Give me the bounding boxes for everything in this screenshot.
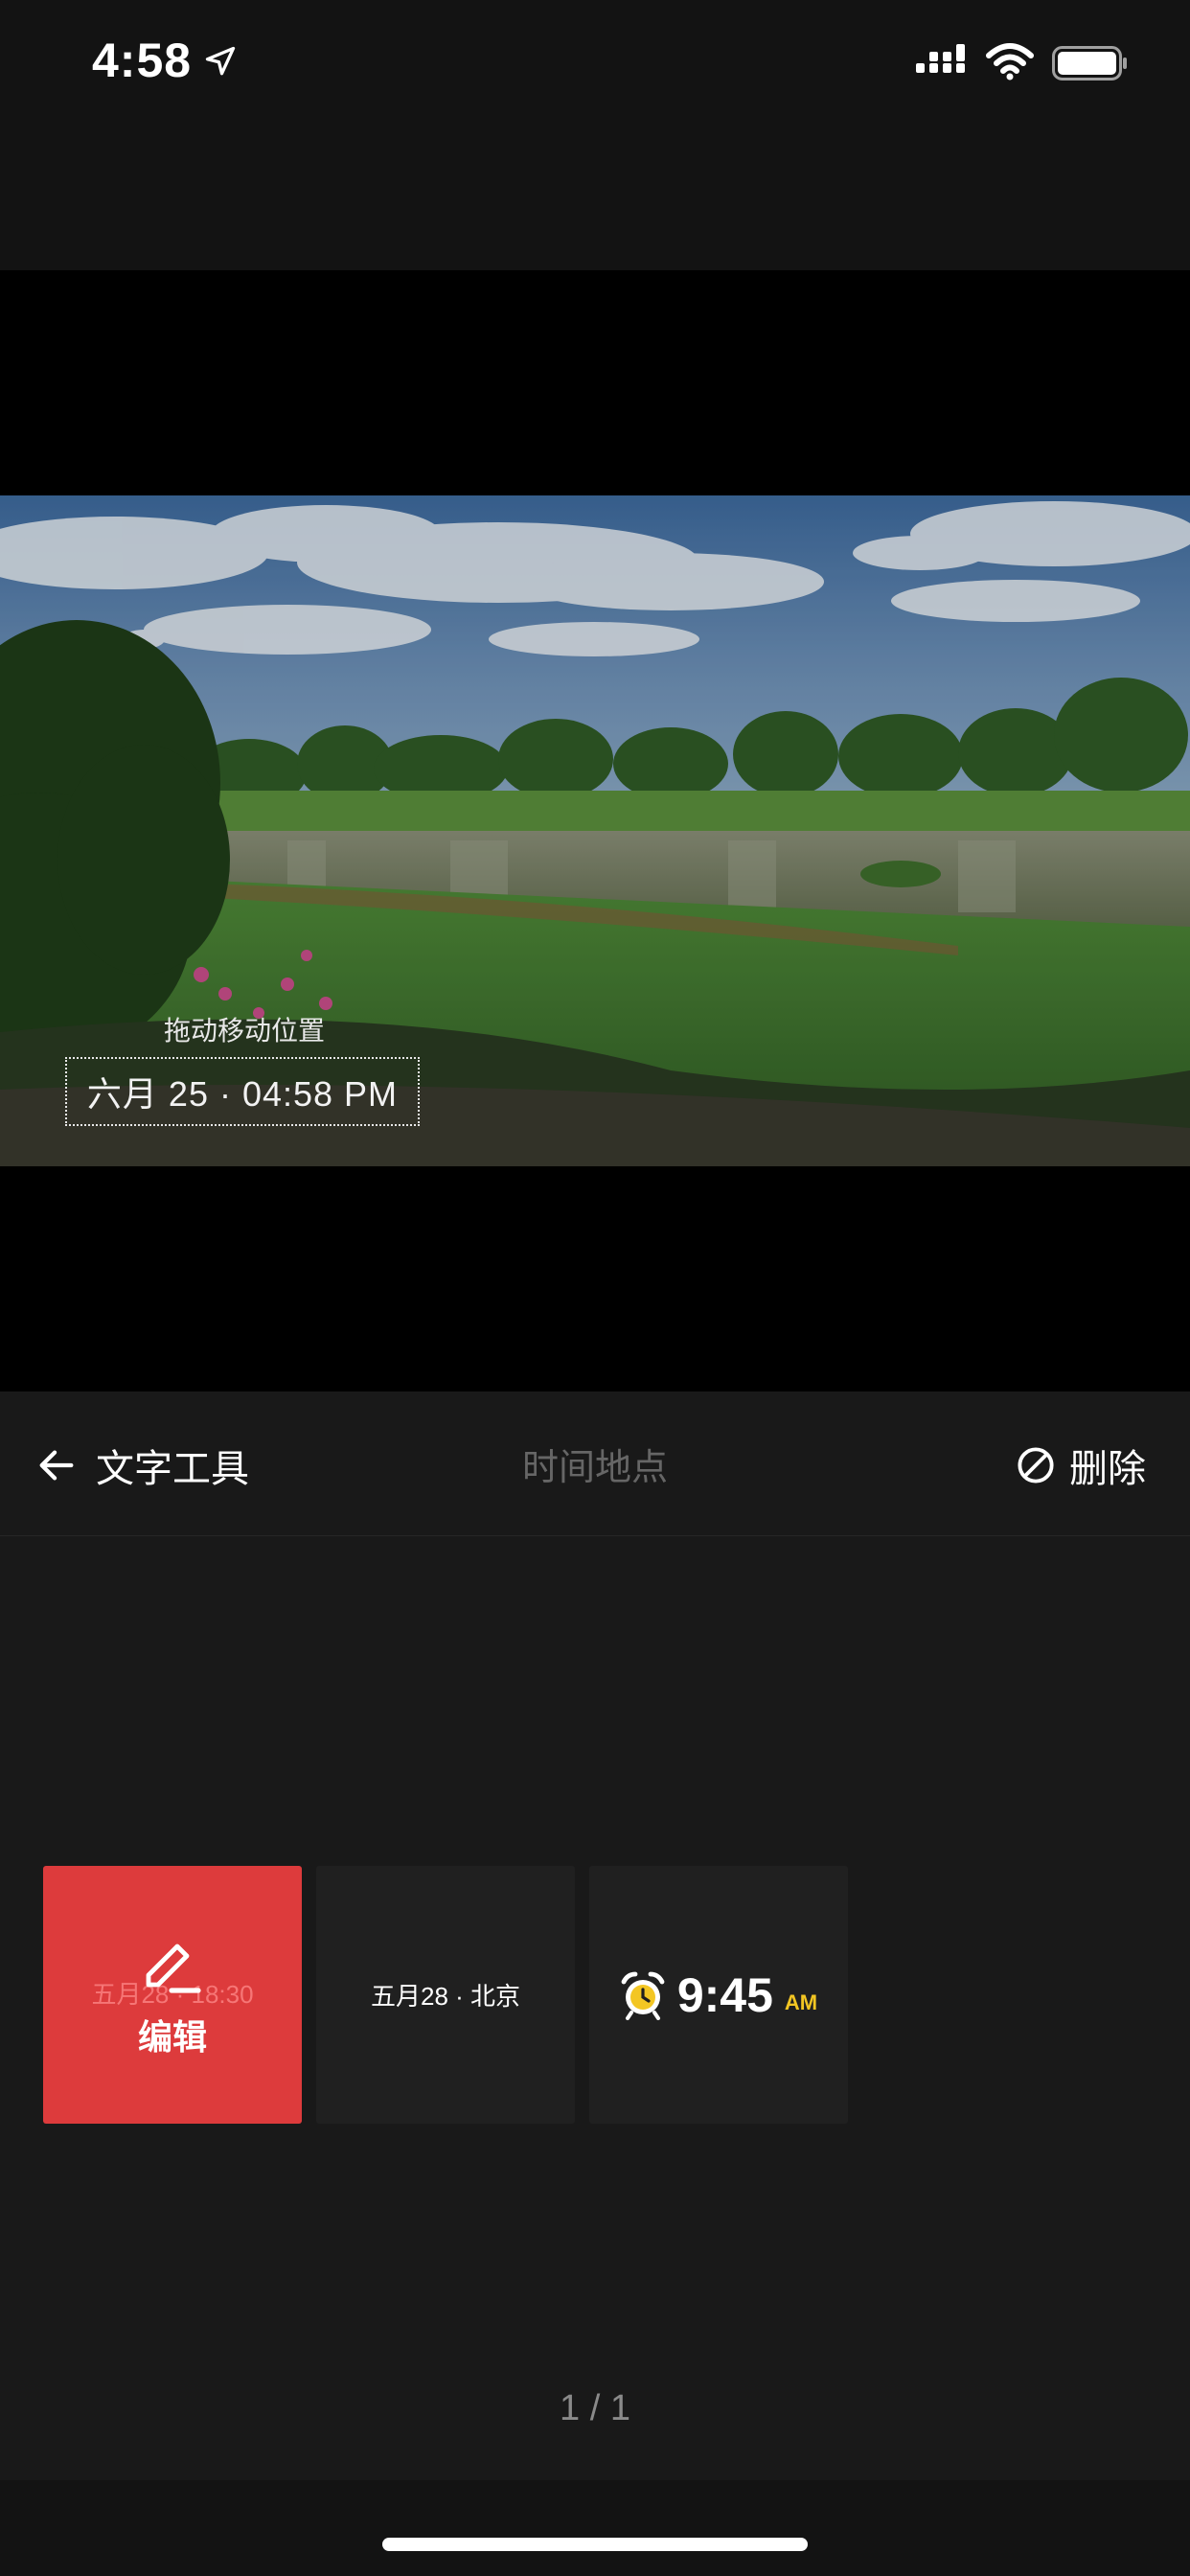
template-tile-clock[interactable]: 9:45 AM (589, 1866, 848, 2124)
toolbar-title: 时间地点 (521, 1448, 668, 1488)
template-tile-selected[interactable]: 五月28 · 18:30 编辑 (43, 1866, 302, 2124)
delete-label: 删除 (1069, 1448, 1146, 1490)
drag-position-hint: 拖动移动位置 (163, 1016, 325, 1046)
page-indicator: 1 / 1 (560, 2388, 630, 2428)
back-label: 文字工具 (96, 1448, 249, 1490)
home-indicator[interactable] (382, 2538, 808, 2551)
status-time: 4:58 (92, 34, 193, 87)
prohibit-icon (1018, 1447, 1054, 1484)
delete-button[interactable]: 删除 (1016, 1435, 1146, 1496)
arrow-left-icon (39, 1450, 74, 1481)
clock-ampm-text: AM (784, 1990, 818, 2014)
wifi-icon (986, 43, 1034, 80)
pencil-icon (146, 1944, 201, 1993)
template-preview-text: 五月28 · 北京 (370, 1982, 521, 2011)
template-tile-date-location[interactable]: 五月28 · 北京 (316, 1866, 575, 2124)
location-arrow-icon (205, 46, 236, 76)
edit-label: 编辑 (137, 2017, 207, 2057)
clock-time-text: 9:45 (676, 1967, 773, 2022)
home-indicator-area (0, 2480, 1190, 2576)
cellular-signal-icon (916, 44, 965, 73)
time-location-sticker[interactable]: 六月 25 · 04:58 PM (65, 1057, 420, 1126)
battery-icon (1052, 46, 1127, 80)
alarm-clock-icon (621, 1971, 665, 2020)
preview-top-band (0, 134, 1190, 270)
back-button[interactable]: 文字工具 (34, 1435, 249, 1496)
